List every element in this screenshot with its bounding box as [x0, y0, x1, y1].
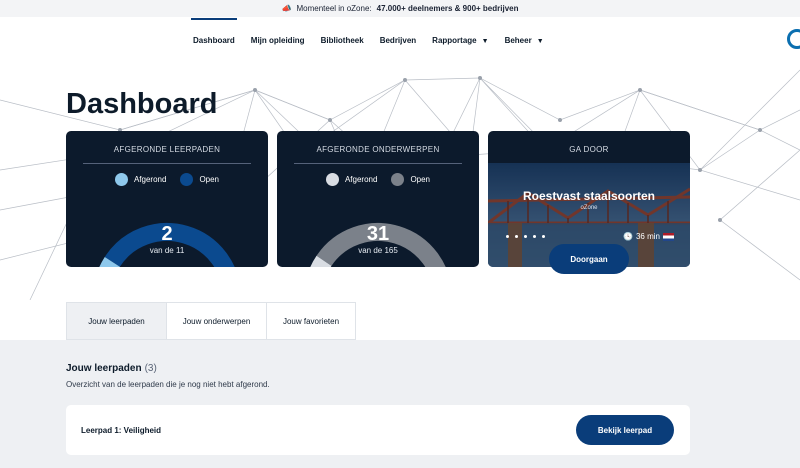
carousel-dot[interactable]: [524, 235, 527, 238]
course-duration: 36 min: [635, 232, 660, 241]
legend-dot: [114, 173, 128, 186]
section-count: (3): [144, 363, 157, 374]
nav-admin[interactable]: Beheer ▼: [497, 30, 552, 51]
tabs: Jouw leerpaden Jouw onderwerpen Jouw fav…: [66, 302, 356, 340]
divider: [294, 163, 462, 164]
clock-icon: 🕓: [623, 232, 633, 241]
tab-my-favorites[interactable]: Jouw favorieten: [266, 302, 356, 340]
gauge-done-arc: [99, 256, 121, 267]
section-title-text: Jouw leerpaden: [66, 363, 142, 374]
course-meta: 🕓 36 min: [623, 232, 674, 241]
card-completed-topics-title: AFGERONDE ONDERWERPEN: [316, 145, 440, 154]
tab-my-topics[interactable]: Jouw onderwerpen: [166, 302, 266, 340]
view-path-button[interactable]: Bekijk leerpad: [576, 415, 674, 445]
gauge-done-arc: [310, 255, 332, 267]
main-nav: Dashboard Mijn opleiding Bibliotheek Bed…: [185, 18, 552, 51]
learning-path-name: Leerpad 1: Veiligheid: [81, 426, 162, 435]
caret-down-icon: ▼: [481, 38, 489, 45]
card-completed-paths-title: AFGERONDE LEERPADEN: [113, 145, 221, 154]
nav-my-training-label: Mijn opleiding: [250, 36, 305, 45]
divider: [83, 163, 251, 164]
card-continue-title: GA DOOR: [569, 145, 609, 154]
page-title: Dashboard: [66, 88, 218, 120]
nav-my-training[interactable]: Mijn opleiding: [243, 30, 313, 51]
card-completed-paths: AFGERONDE LEERPADEN Afgerond Open 2 van …: [66, 131, 268, 267]
carousel-dot[interactable]: [542, 235, 545, 238]
gauge-value: 2: [161, 223, 173, 245]
nav-companies-label: Bedrijven: [379, 36, 417, 45]
list-item: Leerpad 1: Veiligheid Bekijk leerpad: [66, 405, 690, 455]
carousel-dot[interactable]: [515, 235, 518, 238]
section-title: Jouw leerpaden (3): [66, 363, 157, 374]
legend-dot: [325, 173, 339, 186]
nav-companies[interactable]: Bedrijven: [372, 30, 424, 51]
legend: Afgerond Open: [277, 173, 479, 186]
carousel-dot[interactable]: [533, 235, 536, 238]
course-title: Roestvast staalsoorten: [522, 189, 656, 203]
gauge-subtitle: van de 165: [358, 246, 398, 255]
nav-library[interactable]: Bibliotheek: [313, 30, 372, 51]
nav-dashboard[interactable]: Dashboard: [185, 18, 243, 51]
carousel-dot[interactable]: [506, 235, 509, 238]
caret-down-icon: ▼: [536, 38, 544, 45]
gauge-value: 31: [366, 223, 390, 245]
legend-done-label: Afgerond: [344, 175, 378, 184]
legend-dot: [180, 173, 194, 186]
legend-done: Afgerond: [114, 173, 167, 186]
legend-open-label: Open: [199, 175, 220, 184]
tab-my-paths[interactable]: Jouw leerpaden: [66, 302, 166, 340]
legend-done-label: Afgerond: [133, 175, 167, 184]
legend-done: Afgerond: [325, 173, 378, 186]
continue-button[interactable]: Doorgaan: [549, 244, 629, 274]
nav-dashboard-label: Dashboard: [193, 36, 235, 45]
legend-open-label: Open: [410, 175, 431, 184]
nav-library-label: Bibliotheek: [320, 36, 364, 45]
announcement-prefix: Momenteel in oZone:: [296, 4, 372, 13]
carousel-dots[interactable]: [506, 235, 545, 238]
nav-admin-label: Beheer: [504, 36, 532, 45]
brand-logo-icon[interactable]: [787, 29, 800, 49]
nav-reporting-label: Rapportage: [432, 36, 477, 45]
legend: Afgerond Open: [66, 173, 268, 186]
announcement-bar: 📣 Momenteel in oZone: 47.000+ deelnemers…: [0, 0, 800, 17]
legend-open: Open: [180, 173, 219, 186]
course-subtitle: oZone: [580, 205, 598, 211]
megaphone-icon: 📣: [281, 4, 292, 13]
legend-dot: [391, 173, 405, 186]
gauge-subtitle: van de 11: [149, 246, 185, 255]
legend-open: Open: [391, 173, 430, 186]
nav-reporting[interactable]: Rapportage ▼: [424, 30, 496, 51]
section-description: Overzicht van de leerpaden die je nog ni…: [66, 380, 270, 389]
card-completed-topics: AFGERONDE ONDERWERPEN Afgerond Open 31 v…: [277, 131, 479, 267]
announcement-highlight: 47.000+ deelnemers & 900+ bedrijven: [376, 4, 519, 13]
flag-nl-icon: [663, 232, 674, 241]
